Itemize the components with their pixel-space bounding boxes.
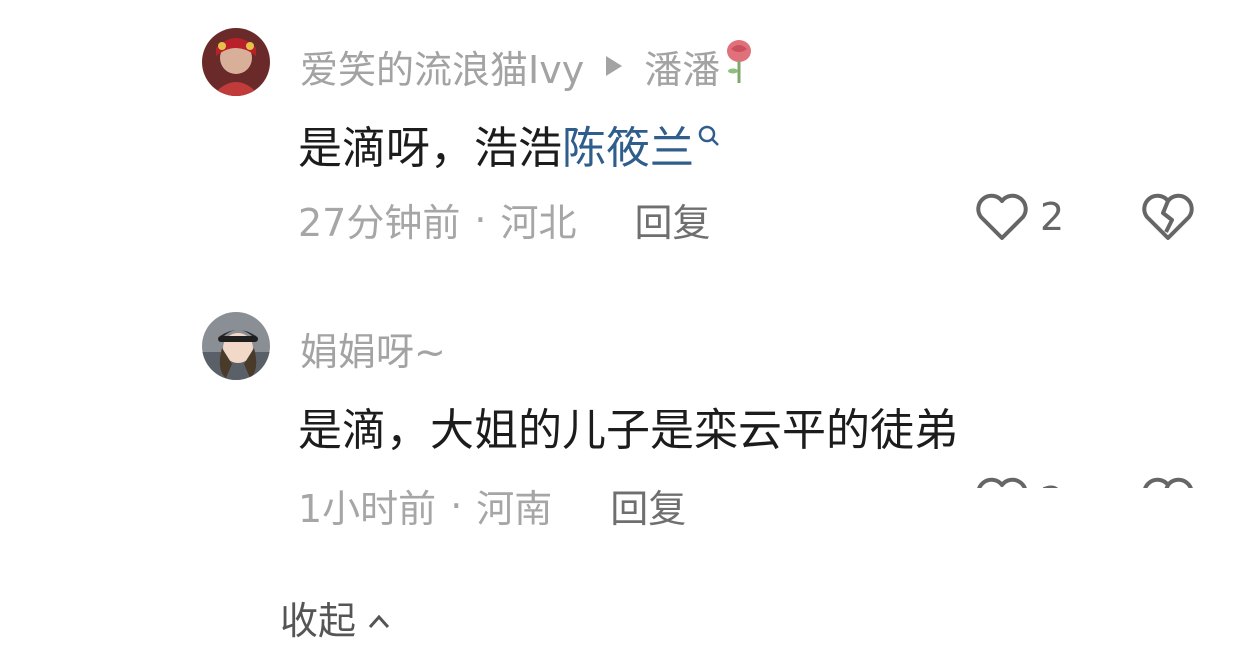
location: 河北 <box>500 201 577 245</box>
like-button[interactable]: 2 <box>974 192 1064 242</box>
name-row: 爱笑的流浪猫Ivy 潘潘 <box>300 39 754 94</box>
timestamp: 1小时前 <box>298 487 437 531</box>
location: 河南 <box>476 487 553 531</box>
search-icon[interactable] <box>696 112 722 163</box>
chevron-up-icon <box>366 596 392 640</box>
author-name[interactable]: 娟娟呀~ <box>300 321 446 376</box>
avatar[interactable] <box>202 312 270 380</box>
comment-text: 是滴呀，浩浩陈筱兰 <box>298 112 722 176</box>
broken-heart-icon <box>1140 193 1196 246</box>
comment-meta: 1小时前 · 河南 回复 <box>298 478 686 533</box>
rose-emoji-icon <box>724 39 754 94</box>
separator-dot: · <box>474 197 487 242</box>
comment-text-body: 是滴呀，浩浩 <box>298 123 562 174</box>
reply-button[interactable]: 回复 <box>610 478 686 533</box>
like-count: 2 <box>1040 195 1065 239</box>
heart-outline-icon <box>974 192 1030 242</box>
play-triangle-icon <box>606 56 623 76</box>
timestamp: 27分钟前 <box>298 201 461 245</box>
mention-link[interactable]: 陈筱兰 <box>562 123 694 174</box>
comment-meta: 27分钟前 · 河北 回复 <box>298 192 710 247</box>
author-name[interactable]: 爱笑的流浪猫Ivy <box>300 39 584 94</box>
reply-to-name[interactable]: 潘潘 <box>644 39 720 94</box>
comment-text-body: 是滴，大姐的儿子是栾云平的徒弟 <box>298 405 958 456</box>
name-row: 娟娟呀~ <box>300 322 446 374</box>
collapse-label: 收起 <box>280 599 357 643</box>
reply-button[interactable]: 回复 <box>634 192 710 247</box>
comment-text: 是滴，大姐的儿子是栾云平的徒弟 <box>298 394 958 458</box>
avatar[interactable] <box>202 28 270 96</box>
separator-dot: · <box>450 483 463 528</box>
fade-overlay <box>960 488 1260 614</box>
collapse-button[interactable]: 收起 <box>280 590 392 645</box>
dislike-button[interactable] <box>1140 192 1196 246</box>
